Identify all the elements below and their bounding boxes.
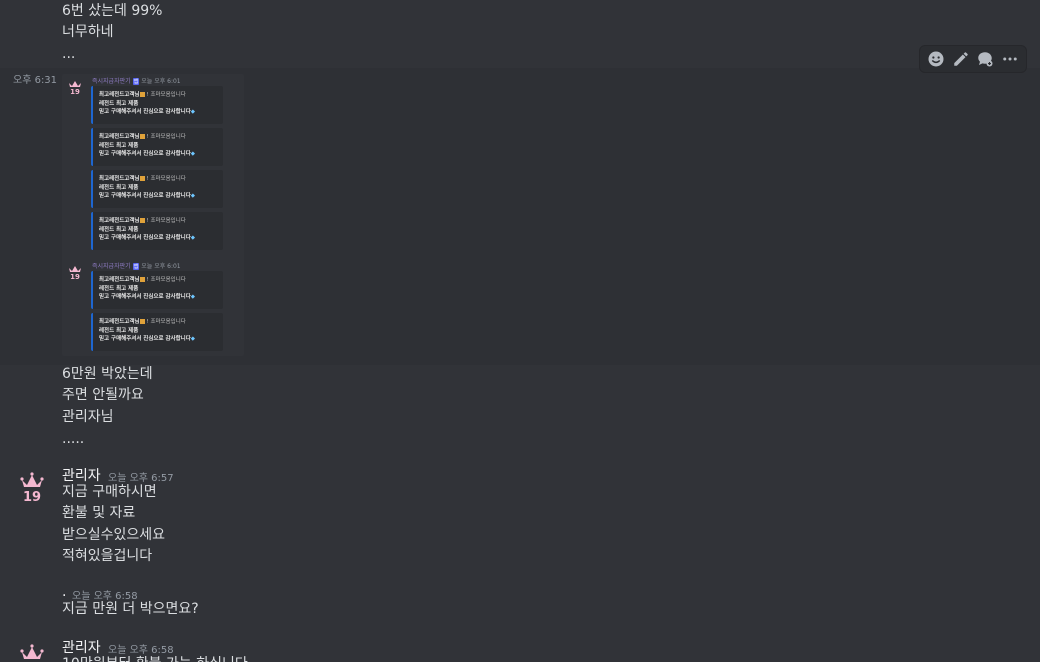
card-line: 믿고 구매해주셔서 진심으로 감사합니다: [99, 151, 191, 158]
attached-image[interactable]: 19 즉시지급자판기 앱 오늘 오후 6:01 최고레전드고객님! 조마모음입니다 …: [62, 74, 244, 356]
message-line: 적혀있을겁니다: [62, 548, 153, 564]
svg-text:19: 19: [70, 273, 80, 279]
card-line: 믿고 구매해주셔서 진심으로 감사합니다: [99, 336, 191, 343]
card-line: 믿고 구매해주셔서 진심으로 감사합니다: [99, 235, 191, 242]
embed-card: 최고레전드고객님 ! 조마모음입니다 레전드 최고 제품 믿고 구매해주셔서 진심…: [91, 212, 223, 250]
hover-timestamp: 오후 6:31: [13, 75, 58, 86]
message-line: ...: [62, 46, 76, 62]
svg-text:19: 19: [70, 88, 80, 94]
card-line: 믿고 구매해주셔서 진심으로 감사합니다: [99, 294, 191, 301]
message-line: 6번 샀는데 99%: [62, 3, 163, 19]
card-line: 최고레전드고객님: [99, 218, 140, 224]
message-line: 6만원 박았는데: [62, 366, 153, 382]
card-line: 최고레전드고객님: [99, 277, 140, 283]
card-line: ! 조마모음입니다: [146, 319, 186, 325]
message-line: 너무하네: [62, 24, 114, 40]
card-line: ! 조마모음입니다: [146, 134, 186, 140]
embed-card: 최고레전드고객님 ! 조마모음입니다 레전드 최고 제품 믿고 구매해주셔서 진심…: [91, 170, 223, 208]
card-line: 최고레전드고객님: [99, 92, 140, 98]
card-line: 레전드 최고 제품: [99, 285, 139, 292]
card-line: ! 조마모음입니다: [146, 277, 186, 283]
card-line: 레전드 최고 제품: [99, 184, 139, 191]
embed-card: 최고레전드고객님 ! 조마모음입니다 레전드 최고 제품 믿고 구매해주셔서 진심…: [91, 128, 223, 166]
message-line: 환불 및 자료: [62, 505, 136, 521]
add-reaction-icon[interactable]: [925, 48, 947, 70]
bot-tag: 앱: [132, 263, 140, 270]
card-line: 레전드 최고 제품: [99, 226, 139, 233]
embed-card: 최고레전드고객님 ! 조마모음입니다 레전드 최고 제품 믿고 구매해주셔서 진심…: [91, 86, 223, 124]
crown-avatar-icon[interactable]: 19: [18, 470, 46, 502]
card-line: ! 조마모음입니다: [146, 92, 186, 98]
card-line: 레전드 최고 제품: [99, 142, 139, 149]
embed-card: 최고레전드고객님 ! 조마모음입니다 레전드 최고 제품 믿고 구매해주셔서 진심…: [91, 313, 223, 351]
embed-sender: 즉시지급자판기: [92, 78, 131, 85]
card-line: 최고레전드고객님: [99, 134, 140, 140]
message-line: 지금 만원 더 박으면요?: [62, 601, 199, 617]
edit-icon[interactable]: [950, 48, 972, 70]
bot-tag: 앱: [132, 78, 140, 85]
card-line: 최고레전드고객님: [99, 176, 140, 182]
card-line: 믿고 구매해주셔서 진심으로 감사합니다: [99, 193, 191, 200]
embed-sender: 즉시지급자판기: [92, 263, 131, 270]
embed-sender-line: 즉시지급자판기 앱 오늘 오후 6:01: [92, 261, 181, 270]
card-line: 레전드 최고 제품: [99, 327, 139, 334]
crown-avatar-icon[interactable]: 19: [18, 642, 46, 662]
embed-sender-line: 즉시지급자판기 앱 오늘 오후 6:01: [92, 76, 181, 85]
embed-card: 최고레전드고객님 ! 조마모음입니다 레전드 최고 제품 믿고 구매해주셔서 진심…: [91, 271, 223, 309]
message-line: .....: [62, 431, 85, 447]
card-line: 믿고 구매해주셔서 진심으로 감사합니다: [99, 109, 191, 116]
crown-avatar-icon: 19: [69, 81, 81, 94]
svg-text:19: 19: [23, 490, 41, 502]
message-line: 10만원부터 환불 가능 하십니다: [62, 654, 248, 662]
crown-avatar-icon: 19: [69, 266, 81, 279]
card-line: ! 조마모음입니다: [146, 176, 186, 182]
message-line: 받으실수있으세요: [62, 527, 166, 543]
card-line: 최고레전드고객님: [99, 319, 140, 325]
create-thread-icon[interactable]: [974, 48, 996, 70]
message-actions-toolbar: [919, 45, 1027, 73]
more-icon[interactable]: [999, 48, 1021, 70]
message-line: 관리자님: [62, 409, 114, 425]
author-name[interactable]: .: [62, 584, 66, 600]
card-line: 레전드 최고 제품: [99, 100, 139, 107]
embed-time: 오늘 오후 6:01: [141, 263, 181, 270]
card-line: ! 조마모음입니다: [146, 218, 186, 224]
embed-time: 오늘 오후 6:01: [141, 78, 181, 85]
message-line: 지금 구매하시면: [62, 484, 157, 500]
message-line: 주면 안될까요: [62, 387, 144, 403]
